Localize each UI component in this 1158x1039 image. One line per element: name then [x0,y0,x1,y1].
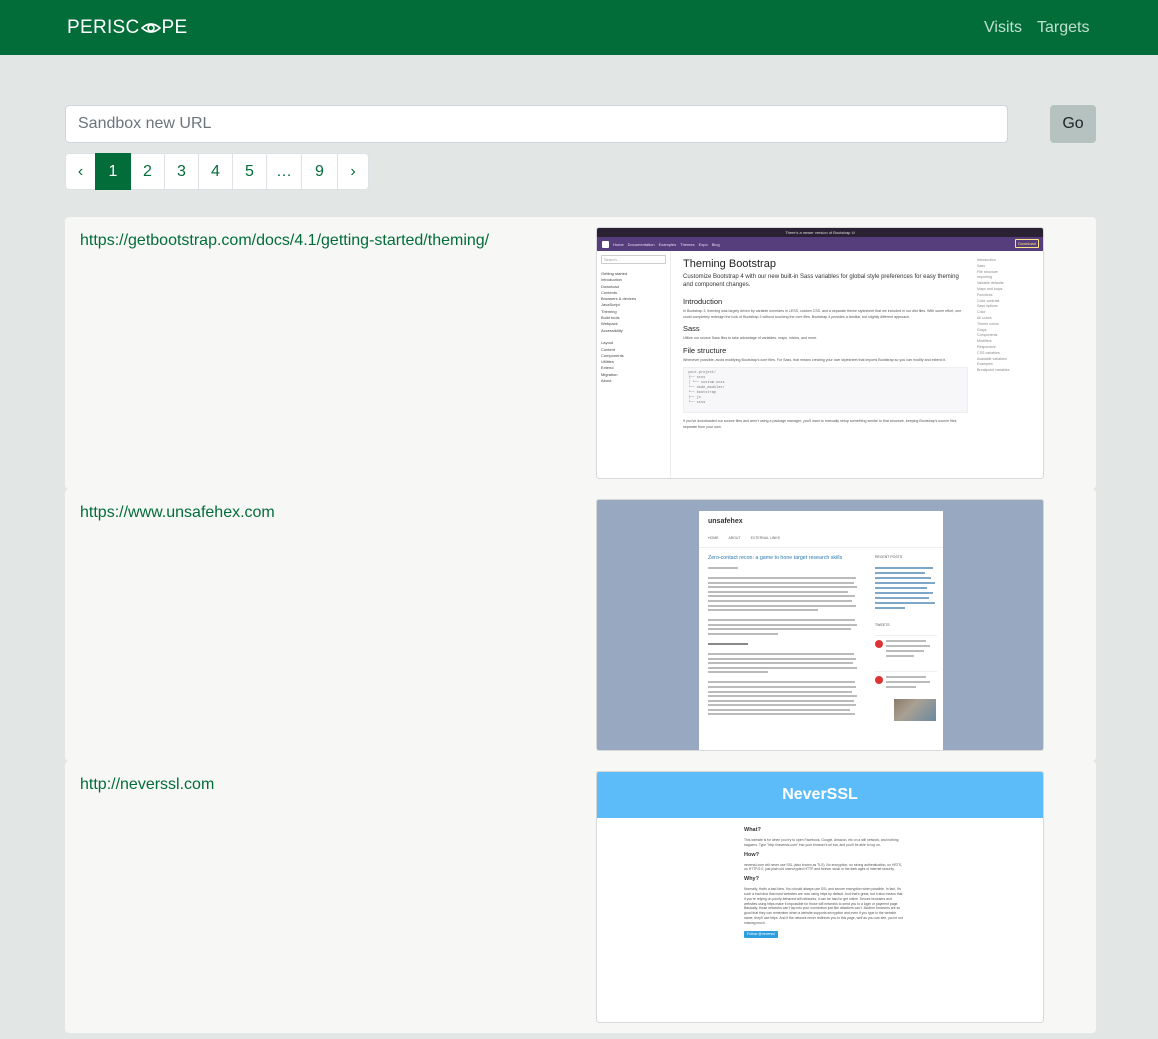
screenshot-paragraph: Utilize our source Sass files to take ad… [683,336,818,340]
screenshot-search: Search... [601,255,666,264]
visit-url-link[interactable]: http://neverssl.com [80,776,214,794]
screenshot-paragraph: neverssl.com will never use SSL (also kn… [744,862,902,872]
screenshot-paragraph: Normally, that's a bad idea. You should … [744,887,903,925]
screenshot-nav-item: Examples [658,241,677,247]
bootstrap-logo-icon [602,240,609,248]
visit-card: http://neverssl.com NeverSSL What? This … [65,761,1096,1033]
screenshot-header: NeverSSL [597,772,1043,818]
pagination-page-5[interactable]: 5 [232,153,267,190]
screenshot-tweet-image [894,699,936,721]
screenshot-nav-item: Home [613,241,624,247]
screenshot-toc-item: Breakpoint variables [977,368,1010,373]
screenshot-site-title: unsafehex [708,518,743,525]
screenshot-body: What? This website is for when you try t… [744,824,904,938]
screenshot-sidebar: RECENT POSTS TWEETS [875,555,937,721]
screenshot-heading: How? [744,851,759,858]
screenshot-page: unsafehex HOME ABOUT EXTERNAL LINKS Zero… [699,511,943,750]
screenshot-title: Theming Bootstrap [683,258,776,270]
screenshot-paragraph: If you've downloaded our source files an… [683,419,957,429]
screenshot-navbar: Home Documentation Examples Themes Expo … [597,237,1043,251]
pagination-page-2[interactable]: 2 [130,153,165,190]
pagination-prev[interactable]: ‹ [65,153,96,190]
visit-url-link[interactable]: https://getbootstrap.com/docs/4.1/gettin… [80,232,489,250]
screenshot-lead: Customize Bootstrap 4 with our new built… [683,274,959,288]
visit-card: https://getbootstrap.com/docs/4.1/gettin… [65,217,1096,489]
screenshot-sidebar-heading: RECENT POSTS [875,555,903,559]
screenshot-nav-item: Expo [698,241,708,247]
nav-link-targets[interactable]: Targets [1037,19,1089,37]
screenshot-main: Theming Bootstrap Customize Bootstrap 4 … [683,258,968,434]
screenshot-menu-item: ABOUT [728,536,741,540]
avatar [875,640,883,648]
screenshot-tweets-heading: TWEETS [875,623,890,627]
screenshot-follow-button: Follow @neverssl [744,930,778,938]
screenshot-heading: Why? [744,876,759,883]
pagination-page-4[interactable]: 4 [198,153,233,190]
brand-text-suffix: PE [161,17,188,38]
screenshot-heading: What? [744,827,761,833]
visit-url-link[interactable]: https://www.unsafehex.com [80,504,275,522]
screenshot-nav-item: Blog [711,241,720,247]
screenshot-paragraph: This website is for when you try to open… [744,838,899,847]
screenshot-post-title: Zero-contact recon: a game to hone targe… [708,555,843,561]
screenshot-menu-item: HOME [708,536,719,540]
sandbox-url-input[interactable] [65,105,1008,143]
screenshot-code-line: └── scss [688,401,706,405]
screenshot-post-body [708,567,858,718]
visit-screenshot[interactable]: unsafehex HOME ABOUT EXTERNAL LINKS Zero… [596,499,1044,751]
go-button[interactable]: Go [1050,105,1096,143]
pagination-page-3[interactable]: 3 [164,153,199,190]
visit-screenshot[interactable]: NeverSSL What? This website is for when … [596,771,1044,1023]
screenshot-paragraph: In Bootstrap 3, theming was largely driv… [683,309,962,319]
screenshot-toc: Introduction Sass File structure Importi… [977,258,1041,374]
screenshot-sidebar: Search... Getting started Introduction D… [597,251,671,478]
pagination-ellipsis: … [266,153,302,190]
screenshot-heading: File structure [683,345,727,355]
screenshot-heading: Introduction [683,297,723,306]
screenshot-code-block: your-project/ ├── scss │ └── custom.scss… [683,367,968,413]
screenshot-menu-item: EXTERNAL LINKS [750,536,780,540]
visit-card: https://www.unsafehex.com unsafehex HOME… [65,489,1096,761]
screenshot-nav-item: Documentation [627,241,655,247]
screenshot-paragraph: Whenever possible, avoid modifying Boots… [683,357,947,362]
brand-logo[interactable]: PERISC PE [67,17,188,39]
screenshot-sidebar-item: About [601,378,612,384]
screenshot-nav-item: Themes [680,241,695,247]
eye-icon [140,23,161,33]
avatar [875,676,883,684]
navbar: PERISC PE Visits Targets [0,0,1158,55]
pagination-page-9[interactable]: 9 [301,153,338,190]
brand-text-prefix: PERISC [67,17,140,38]
screenshot-heading: Sass [683,324,700,333]
screenshot-banner: There's a newer version of Bootstrap 4! [597,228,1043,237]
pagination-next[interactable]: › [337,153,369,190]
pagination-page-1[interactable]: 1 [95,153,131,190]
pagination: ‹ 1 2 3 4 5 … 9 › [65,153,369,190]
visit-screenshot[interactable]: There's a newer version of Bootstrap 4! … [596,227,1044,479]
screenshot-menu: HOME ABOUT EXTERNAL LINKS [708,536,780,540]
nav-link-visits[interactable]: Visits [984,19,1022,37]
screenshot-tweet [875,671,937,699]
screenshot-tweet [875,635,937,663]
screenshot-divider [699,547,943,548]
screenshot-download-button: Download [1015,239,1039,248]
